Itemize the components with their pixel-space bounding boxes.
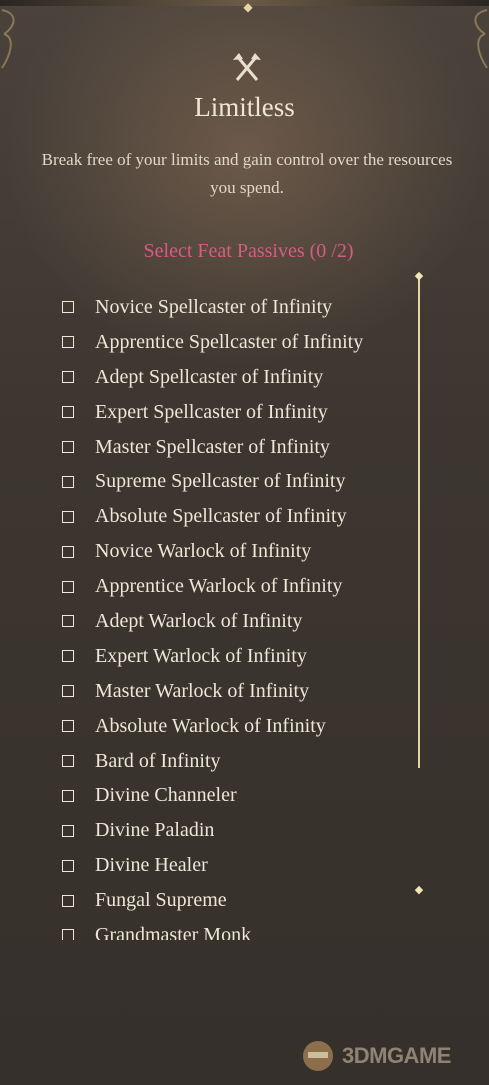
passive-label: Divine Channeler	[95, 784, 237, 807]
checkbox[interactable]	[62, 336, 74, 349]
passive-option[interactable]: Expert Warlock of Infinity	[60, 639, 414, 674]
passive-option[interactable]: Divine Healer	[60, 848, 414, 883]
passive-option[interactable]: Master Warlock of Infinity	[60, 674, 414, 709]
passive-option[interactable]: Supreme Spellcaster of Infinity	[60, 464, 414, 499]
passive-label: Novice Warlock of Infinity	[95, 540, 312, 563]
passive-option[interactable]: Absolute Warlock of Infinity	[60, 709, 414, 744]
checkbox[interactable]	[62, 720, 74, 733]
passive-label: Divine Healer	[95, 854, 208, 877]
passive-label: Absolute Spellcaster of Infinity	[95, 505, 347, 528]
passive-option[interactable]: Divine Paladin	[60, 813, 414, 848]
checkbox[interactable]	[62, 824, 74, 837]
top-ornament-icon: ◆	[243, 0, 253, 14]
passive-label: Absolute Warlock of Infinity	[95, 714, 326, 737]
passive-option[interactable]: Expert Spellcaster of Infinity	[60, 395, 414, 430]
checkbox[interactable]	[62, 406, 74, 419]
passive-label: Fungal Supreme	[95, 889, 227, 912]
checkbox[interactable]	[62, 545, 74, 558]
passive-label: Bard of Infinity	[95, 749, 221, 772]
passive-label: Expert Spellcaster of Infinity	[95, 400, 328, 423]
crossed-axes-icon	[233, 53, 261, 81]
passive-label: Divine Paladin	[95, 819, 215, 842]
watermark-text: 3DMGAME	[342, 1043, 451, 1068]
passive-option[interactable]: Divine Channeler	[60, 778, 414, 813]
checkbox[interactable]	[62, 615, 74, 628]
checkbox[interactable]	[62, 789, 74, 802]
passive-option[interactable]: Novice Warlock of Infinity	[60, 534, 414, 569]
select-passives-header: Select Feat Passives (0 /2)	[143, 240, 354, 262]
passive-label: Expert Warlock of Infinity	[95, 644, 307, 667]
passive-label: Apprentice Warlock of Infinity	[95, 575, 343, 598]
passive-option[interactable]: Absolute Spellcaster of Infinity	[60, 499, 414, 534]
checkbox[interactable]	[62, 580, 74, 593]
checkbox[interactable]	[62, 929, 74, 940]
checkbox[interactable]	[62, 894, 74, 907]
passive-option[interactable]: Bard of Infinity	[60, 744, 414, 779]
passive-label: Supreme Spellcaster of Infinity	[95, 470, 346, 493]
passive-option[interactable]: Novice Spellcaster of Infinity	[60, 290, 414, 325]
feat-selection-panel: ◆ Limitless Break free of your limits an…	[0, 0, 489, 1085]
scroll-up-icon[interactable]: ◆	[413, 270, 425, 282]
passive-label: Master Spellcaster of Infinity	[95, 435, 330, 458]
checkbox[interactable]	[62, 441, 74, 453]
passive-option[interactable]: Apprentice Warlock of Infinity	[60, 569, 414, 604]
checkbox[interactable]	[62, 755, 74, 768]
scrollbar[interactable]	[418, 278, 420, 768]
checkbox[interactable]	[62, 371, 74, 384]
passives-list: Novice Spellcaster of Infinity Apprentice…	[60, 290, 414, 940]
passive-label: Grandmaster Monk	[95, 923, 252, 940]
checkbox[interactable]	[62, 475, 74, 488]
passive-label: Adept Spellcaster of Infinity	[95, 365, 324, 388]
watermark-logo: 3DMGAME	[300, 1036, 480, 1076]
corner-ornament-icon	[1, 9, 15, 69]
passive-option[interactable]: Fungal Supreme	[60, 883, 414, 918]
passive-label: Novice Spellcaster of Infinity	[95, 295, 333, 318]
scroll-down-icon[interactable]: ◆	[413, 884, 425, 896]
checkbox[interactable]	[62, 859, 74, 872]
passive-option[interactable]: Adept Spellcaster of Infinity	[60, 360, 414, 395]
checkbox[interactable]	[62, 650, 74, 663]
passive-option[interactable]: Master Spellcaster of Infinity	[60, 430, 414, 465]
feat-title: Limitless	[194, 92, 295, 122]
feat-description: Break free of your limits and gain contr…	[41, 150, 453, 197]
checkbox[interactable]	[62, 685, 74, 698]
passive-label: Adept Warlock of Infinity	[95, 609, 303, 632]
watermark-mascot-icon	[303, 1041, 333, 1071]
checkbox[interactable]	[62, 510, 74, 523]
passive-label: Apprentice Spellcaster of Infinity	[95, 330, 364, 353]
passive-option[interactable]: Apprentice Spellcaster of Infinity	[60, 325, 414, 360]
corner-ornament-icon	[474, 9, 488, 69]
passive-option[interactable]: Adept Warlock of Infinity	[60, 604, 414, 639]
checkbox[interactable]	[62, 301, 74, 314]
passive-label: Master Warlock of Infinity	[95, 679, 310, 702]
passive-option[interactable]: Grandmaster Monk	[60, 918, 414, 940]
